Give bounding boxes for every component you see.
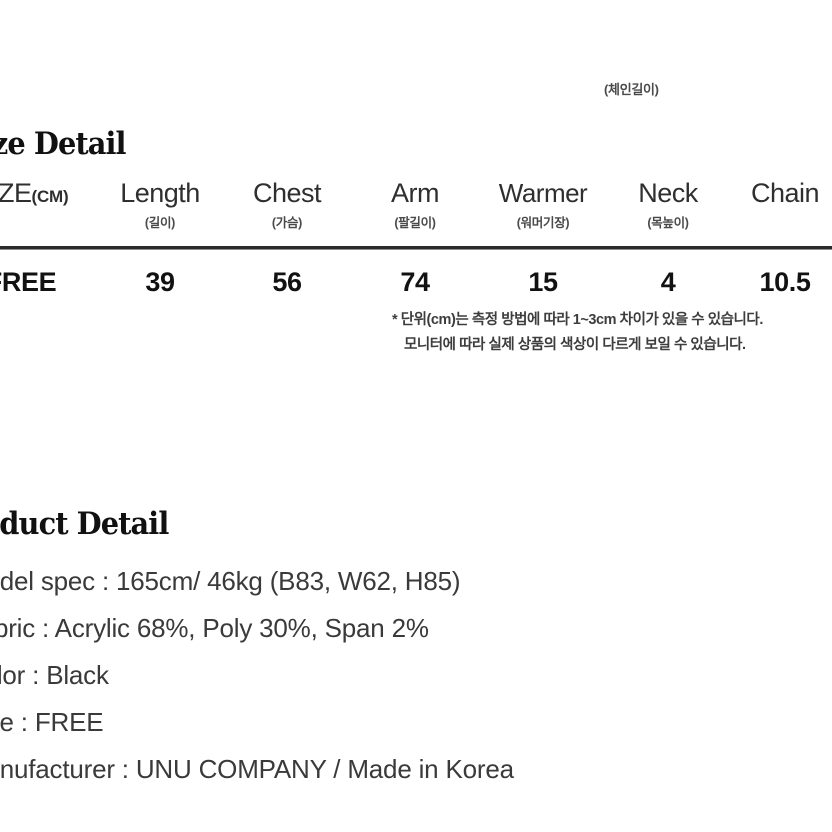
- column-header-chest-label: Chest: [252, 178, 322, 208]
- column-header-chain: Chain: [720, 176, 832, 210]
- size-chart-table: SIZE(CM) Length (길이) Chest (가슴) Arm (팔길이…: [0, 176, 832, 309]
- cell-warmer: 15: [528, 267, 558, 297]
- column-header-chest-kr: (가슴): [271, 216, 303, 230]
- product-detail-page: (체인길이) Size Detail SIZE(CM) Length (길이) …: [0, 0, 832, 832]
- column-header-neck-kr: (목높이): [647, 216, 689, 230]
- column-header-size-label: SIZE(CM): [0, 178, 69, 208]
- column-header-length: Length (길이): [95, 176, 225, 230]
- cell-neck: 4: [660, 267, 676, 297]
- cell-size: FREE: [0, 267, 57, 297]
- cell-chain: 10.5: [759, 267, 811, 297]
- cell-chest: 56: [272, 267, 302, 297]
- product-detail-heading: Product Detail: [0, 506, 169, 542]
- size-detail-heading: Size Detail: [0, 126, 126, 162]
- column-header-arm: Arm (팔길이): [350, 176, 480, 230]
- column-header-neck: Neck (목높이): [603, 176, 733, 230]
- column-header-warmer-label: Warmer: [498, 178, 588, 208]
- column-header-chest: Chest (가슴): [222, 176, 352, 230]
- column-header-chain-label: Chain: [750, 178, 820, 208]
- product-spec-list: Model spec : 165cm/ 46kg (B83, W62, H85)…: [0, 558, 832, 793]
- cell-arm: 74: [400, 267, 430, 297]
- chain-length-note: (체인길이): [604, 82, 659, 97]
- column-header-warmer-kr: (워머기장): [516, 216, 570, 230]
- spec-model: Model spec : 165cm/ 46kg (B83, W62, H85): [0, 566, 461, 596]
- column-header-length-label: Length: [120, 178, 200, 208]
- spec-manufacturer: Manufacturer : UNU COMPANY / Made in Kor…: [0, 754, 514, 784]
- column-header-length-kr: (길이): [144, 216, 176, 230]
- column-header-arm-label: Arm: [391, 178, 440, 208]
- size-chart-header-row: SIZE(CM) Length (길이) Chest (가슴) Arm (팔길이…: [0, 176, 832, 249]
- measurement-disclaimer: * 단위(cm)는 측정 방법에 따라 1~3cm 차이가 있을 수 있습니다.…: [392, 308, 763, 358]
- table-row: FREE 39 56 74 15 4 10.5: [0, 249, 832, 309]
- spec-color: Color : Black: [0, 660, 109, 690]
- column-header-neck-label: Neck: [638, 178, 698, 208]
- disclaimer-line-2: 모니터에 따라 실제 상품의 색상이 다르게 보일 수 있습니다.: [404, 337, 746, 353]
- disclaimer-line-1: * 단위(cm)는 측정 방법에 따라 1~3cm 차이가 있을 수 있습니다.: [392, 312, 763, 328]
- column-header-arm-kr: (팔길이): [394, 216, 436, 230]
- spec-fabric: Fabric : Acrylic 68%, Poly 30%, Span 2%: [0, 613, 429, 643]
- column-header-warmer: Warmer (워머기장): [478, 176, 608, 230]
- column-header-size: SIZE(CM): [0, 176, 86, 214]
- cell-length: 39: [145, 267, 175, 297]
- spec-size: Size : FREE: [0, 707, 104, 737]
